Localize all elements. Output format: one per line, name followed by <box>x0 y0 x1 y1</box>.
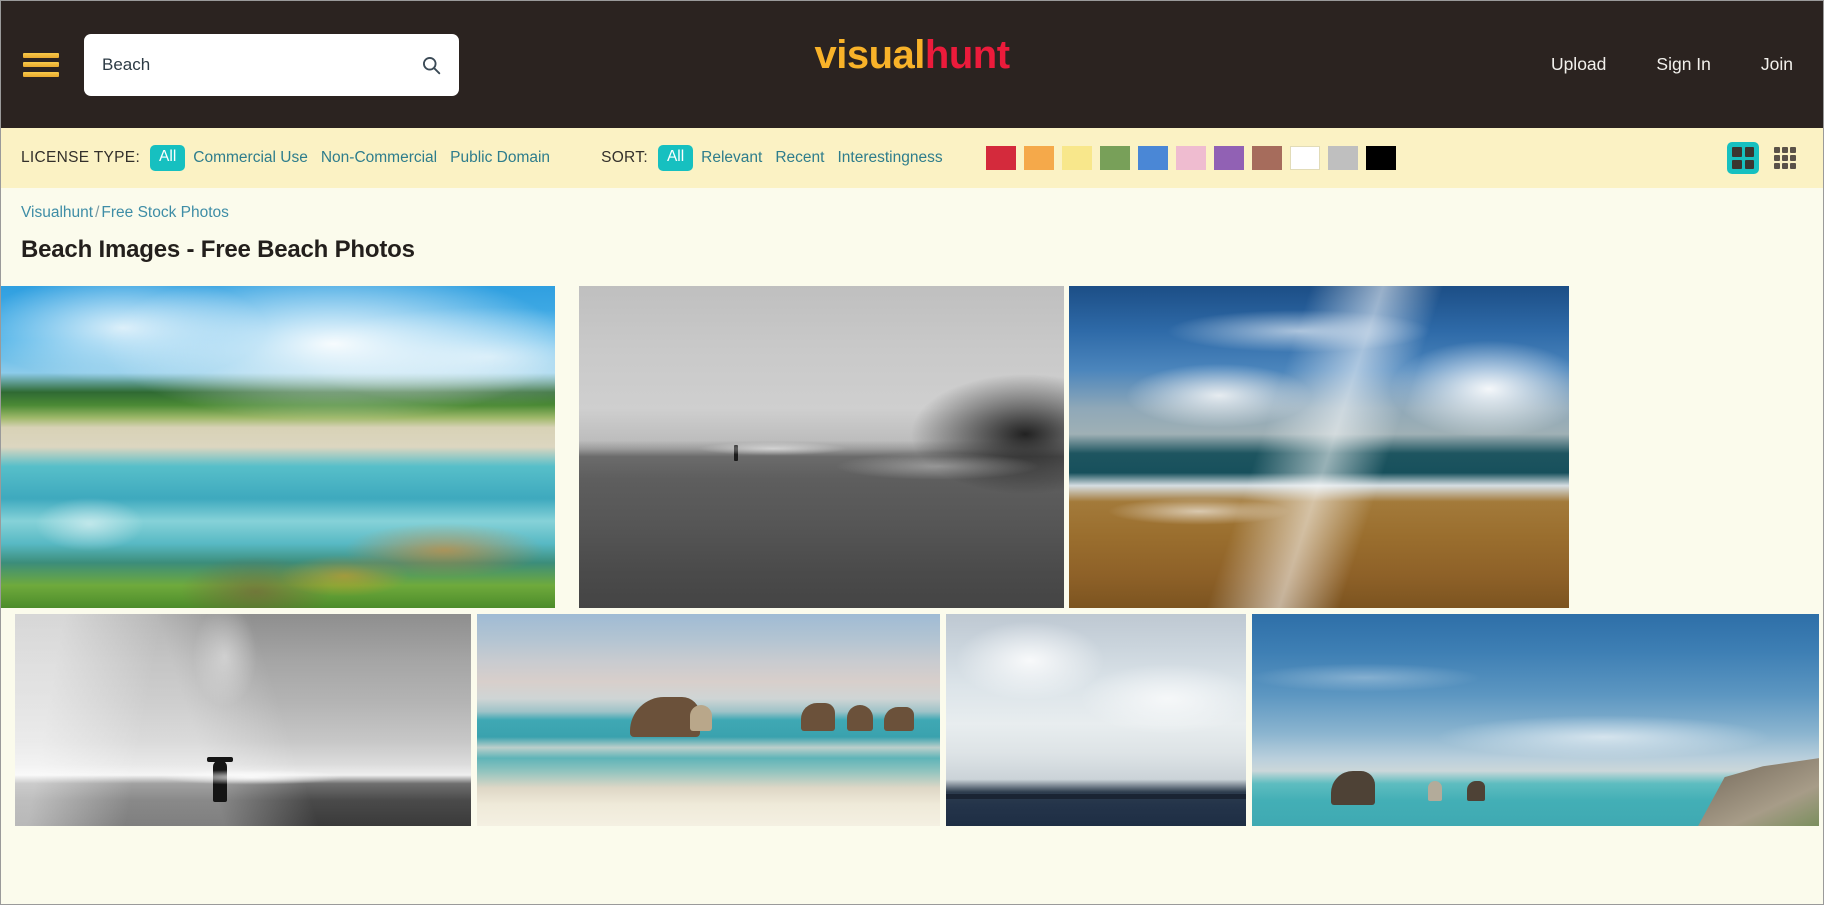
figure-silhouette <box>207 757 234 803</box>
hamburger-bar <box>23 52 59 58</box>
search-icon <box>423 56 441 74</box>
photo-thumbnail-6[interactable] <box>946 614 1246 826</box>
hamburger-menu-icon[interactable] <box>23 50 59 80</box>
color-swatch-gray[interactable] <box>1327 146 1358 170</box>
color-swatch-orange[interactable] <box>1023 146 1054 170</box>
nav-upload[interactable]: Upload <box>1551 54 1606 75</box>
rock-stack <box>884 707 915 732</box>
sort-option-relevant[interactable]: Relevant <box>701 149 762 167</box>
photo-thumbnail-7[interactable] <box>1252 614 1819 826</box>
site-header: visualhunt Upload Sign In Join <box>1 1 1823 128</box>
breadcrumb-current-link[interactable]: Free Stock Photos <box>101 204 229 221</box>
license-option-non-commercial[interactable]: Non-Commercial <box>321 149 437 167</box>
breakwater <box>946 794 1246 800</box>
rock-stack <box>1467 781 1486 802</box>
photo-grid-row <box>1 614 1823 826</box>
color-swatch-brown[interactable] <box>1251 146 1282 170</box>
photo-thumbnail-3[interactable] <box>1069 286 1569 608</box>
license-option-public-domain[interactable]: Public Domain <box>450 149 550 167</box>
search-box[interactable] <box>84 33 459 96</box>
rock-stack <box>847 705 874 732</box>
sort-option-recent[interactable]: Recent <box>775 149 824 167</box>
color-filter-swatches <box>985 146 1396 170</box>
license-option-commercial-use[interactable]: Commercial Use <box>193 149 308 167</box>
photo-thumbnail-5[interactable] <box>477 614 940 826</box>
filter-bar: LICENSE TYPE: All Commercial Use Non-Com… <box>1 128 1823 188</box>
license-option-all[interactable]: All <box>150 145 186 171</box>
license-type-group: LICENSE TYPE: All Commercial Use Non-Com… <box>21 145 563 171</box>
logo-text-hunt: hunt <box>924 33 1010 77</box>
color-swatch-pink[interactable] <box>1175 146 1206 170</box>
page-title: Beach Images - Free Beach Photos <box>21 236 415 263</box>
figure-walking <box>734 445 739 462</box>
color-swatch-green[interactable] <box>1099 146 1130 170</box>
breadcrumb-root-link[interactable]: Visualhunt <box>21 204 93 221</box>
coastal-cliff <box>1698 758 1819 826</box>
color-swatch-white[interactable] <box>1289 146 1320 170</box>
color-swatch-black[interactable] <box>1365 146 1396 170</box>
color-swatch-blue[interactable] <box>1137 146 1168 170</box>
hamburger-bar <box>23 71 59 77</box>
color-swatch-yellow[interactable] <box>1061 146 1092 170</box>
photo-grid <box>1 286 1823 826</box>
nav-join[interactable]: Join <box>1761 54 1793 75</box>
nav-sign-in[interactable]: Sign In <box>1656 54 1710 75</box>
view-mode-toggles <box>1727 142 1801 174</box>
photo-thumbnail-4[interactable] <box>15 614 471 826</box>
rock-stack <box>689 705 712 732</box>
sort-option-interestingness[interactable]: Interestingness <box>837 149 942 167</box>
photo-thumbnail-2[interactable] <box>579 286 1064 608</box>
rock-stack <box>801 703 836 732</box>
color-swatch-purple[interactable] <box>1213 146 1244 170</box>
sort-label: SORT: <box>601 149 648 166</box>
rock-stack <box>1331 770 1376 805</box>
sort-group: SORT: All Relevant Recent Interestingnes… <box>601 145 956 171</box>
logo-text-visual: visual <box>814 33 925 77</box>
search-input[interactable] <box>84 33 403 96</box>
hamburger-bar <box>23 62 59 67</box>
view-toggle-grid-2x2-icon[interactable] <box>1727 142 1759 174</box>
photo-grid-row <box>1 286 1823 608</box>
page-content: Visualhunt / Free Stock Photos Beach Image… <box>1 188 1823 826</box>
site-logo[interactable]: visualhunt <box>814 33 1010 78</box>
license-type-label: LICENSE TYPE: <box>21 149 141 166</box>
color-swatch-red[interactable] <box>985 146 1016 170</box>
view-toggle-grid-3x3-icon[interactable] <box>1769 142 1801 174</box>
header-nav: Upload Sign In Join <box>1551 54 1793 75</box>
sort-option-all[interactable]: All <box>657 145 694 171</box>
search-submit-button[interactable] <box>403 34 459 96</box>
breadcrumb: Visualhunt / Free Stock Photos <box>1 188 1823 222</box>
rock-stack <box>1427 781 1442 802</box>
breadcrumb-separator: / <box>95 204 100 221</box>
photo-thumbnail-1[interactable] <box>1 286 555 608</box>
